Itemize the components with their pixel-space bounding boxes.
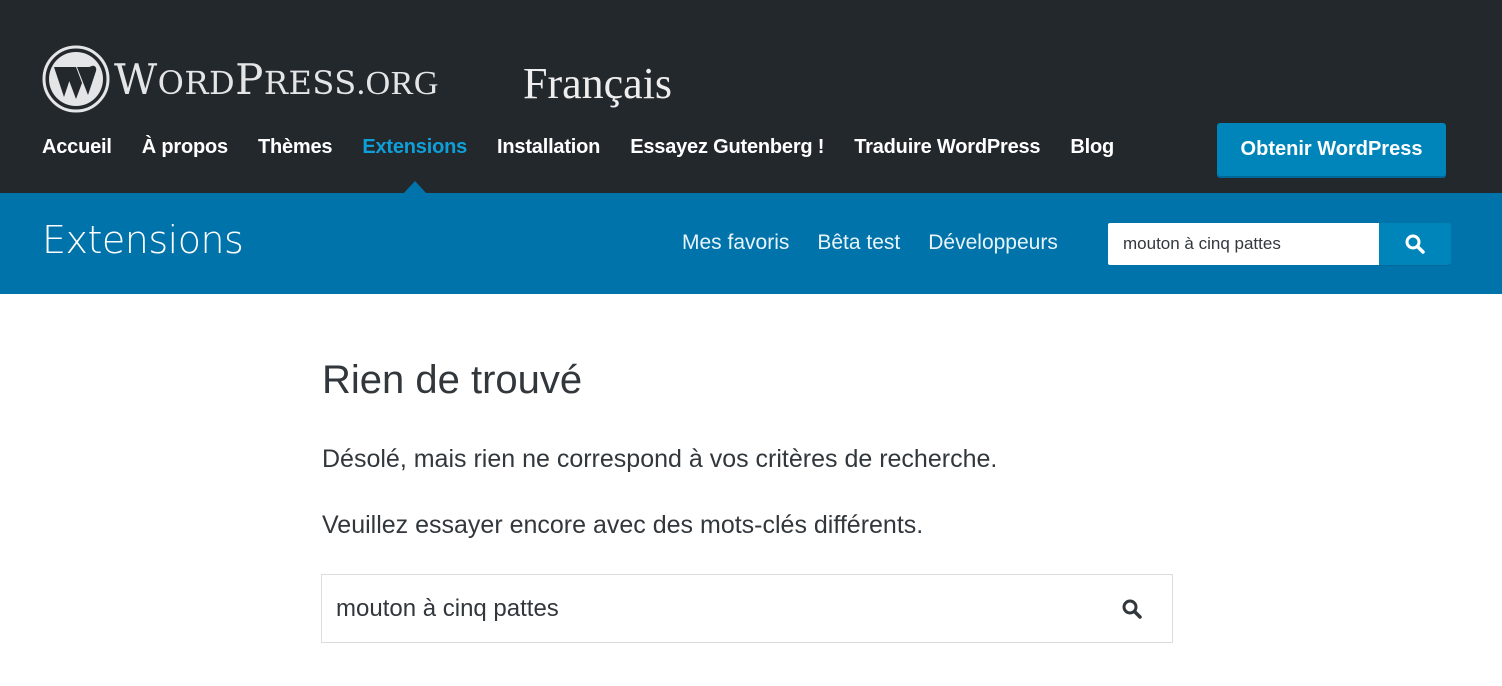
header-search-button[interactable]	[1379, 223, 1451, 265]
nav-beta-test[interactable]: Bêta test	[817, 231, 900, 255]
nav-accueil[interactable]: Accueil	[42, 136, 112, 159]
nav-essayez-gutenberg[interactable]: Essayez Gutenberg !	[630, 136, 824, 159]
logo-text: WORDPRESS.ORG	[114, 54, 439, 104]
site-header: WORDPRESS.ORG Français Accueil À propos …	[0, 0, 1502, 194]
section-title[interactable]: Extensions	[42, 218, 244, 262]
locale-title[interactable]: Français	[523, 58, 672, 109]
nav-traduire-wordpress[interactable]: Traduire WordPress	[854, 136, 1040, 159]
section-nav: Mes favoris Bêta test Développeurs	[682, 231, 1086, 255]
nav-a-propos[interactable]: À propos	[142, 136, 228, 159]
page-title: Rien de trouvé	[322, 358, 583, 402]
body-search-input[interactable]	[322, 575, 1092, 642]
no-results-message: Désolé, mais rien ne correspond à vos cr…	[322, 445, 998, 473]
header-search-form	[1108, 223, 1451, 265]
get-wordpress-button[interactable]: Obtenir WordPress	[1217, 123, 1446, 176]
nav-extensions[interactable]: Extensions	[362, 136, 467, 194]
nav-installation[interactable]: Installation	[497, 136, 600, 159]
body-search-button[interactable]	[1092, 575, 1172, 642]
section-header: Extensions Mes favoris Bêta test Dévelop…	[0, 193, 1502, 294]
wordpress-logo[interactable]: WORDPRESS.ORG	[42, 45, 439, 113]
wordpress-logo-icon	[42, 45, 110, 113]
nav-themes[interactable]: Thèmes	[258, 136, 333, 159]
retry-message: Veuillez essayer encore avec des mots-cl…	[322, 511, 924, 539]
body-search-form	[321, 574, 1173, 643]
main-nav: Accueil À propos Thèmes Extensions Insta…	[42, 136, 1144, 194]
nav-developpeurs[interactable]: Développeurs	[928, 231, 1058, 255]
header-search-input[interactable]	[1108, 223, 1379, 265]
search-icon	[1122, 599, 1142, 619]
nav-blog[interactable]: Blog	[1070, 136, 1114, 159]
search-icon	[1405, 234, 1425, 254]
nav-mes-favoris[interactable]: Mes favoris	[682, 231, 789, 255]
